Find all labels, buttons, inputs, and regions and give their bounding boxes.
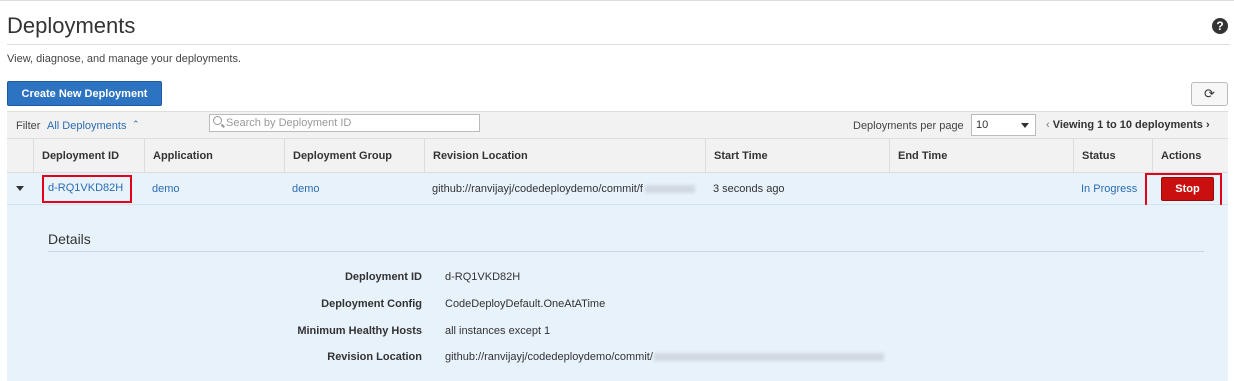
details-panel: Details Deployment ID d-RQ1VKD82H Deploy… <box>7 205 1228 381</box>
prev-page-icon[interactable]: ‹ <box>1046 119 1050 131</box>
column-header-end-time[interactable]: End Time <box>889 139 1073 173</box>
refresh-icon: ⟳ <box>1204 86 1215 101</box>
end-time-cell <box>889 173 1073 205</box>
column-header-start-time[interactable]: Start Time <box>705 139 889 173</box>
detail-value-deployment-config[interactable]: CodeDeployDefault.OneAtATime <box>445 298 605 310</box>
table-header: Deployment ID Application Deployment Gro… <box>7 139 1228 173</box>
deployment-id-link[interactable]: d-RQ1VKD82H <box>48 182 123 194</box>
revision-location-cell: github://ranvijayj/codedeploydemo/commit… <box>424 173 705 205</box>
table-row[interactable]: demo demo github://ranvijayj/codedeployd… <box>7 173 1228 205</box>
column-header-actions: Actions <box>1152 139 1228 173</box>
status-link[interactable]: In Progress <box>1073 173 1152 205</box>
title-divider <box>7 44 1230 45</box>
caret-down-icon <box>1021 123 1029 128</box>
redacted-commit <box>653 353 884 362</box>
per-page-value: 10 <box>976 119 989 131</box>
pagination: ‹ Viewing 1 to 10 deployments › <box>1046 119 1210 131</box>
deployment-group-link[interactable]: demo <box>284 173 424 205</box>
detail-label-deployment-config: Deployment Config <box>321 298 422 310</box>
search-input[interactable] <box>226 116 476 130</box>
top-border <box>0 0 1234 1</box>
chevron-up-icon[interactable]: ⌃ <box>132 119 140 130</box>
refresh-button[interactable]: ⟳ <box>1191 82 1228 106</box>
filter-dropdown[interactable]: All Deployments <box>47 120 126 132</box>
pager-text: Viewing 1 to 10 deployments <box>1052 119 1203 131</box>
start-time-cell: 3 seconds ago <box>713 183 785 195</box>
details-divider <box>48 251 1204 252</box>
detail-label-deployment-id: Deployment ID <box>344 271 422 283</box>
page-title: Deployments <box>7 13 136 38</box>
redacted-commit <box>644 185 695 194</box>
create-deployment-button[interactable]: Create New Deployment <box>7 81 162 106</box>
column-header-deployment-id[interactable]: Deployment ID <box>33 139 144 173</box>
detail-label-revision-location: Revision Location <box>327 351 422 363</box>
filter-bar: Filter All Deployments ⌃ Deployments per… <box>7 111 1228 139</box>
details-title: Details <box>48 231 91 247</box>
column-header-application[interactable]: Application <box>144 139 284 173</box>
column-header-status[interactable]: Status <box>1073 139 1152 173</box>
filter-label: Filter <box>16 120 41 132</box>
detail-label-minimum-healthy-hosts: Minimum Healthy Hosts <box>297 325 422 337</box>
expand-column-header <box>7 139 33 173</box>
per-page-label: Deployments per page <box>853 120 964 132</box>
per-page-select[interactable]: 10 <box>971 114 1036 136</box>
column-header-revision-location[interactable]: Revision Location <box>424 139 705 173</box>
search-field[interactable] <box>209 114 480 132</box>
stop-button[interactable]: Stop <box>1161 177 1214 201</box>
application-link[interactable]: demo <box>144 173 284 205</box>
detail-value-revision-location: github://ranvijayj/codedeploydemo/commit… <box>445 351 884 363</box>
help-icon[interactable]: ? <box>1212 18 1228 34</box>
detail-value-deployment-id: d-RQ1VKD82H <box>445 271 521 283</box>
detail-value-minimum-healthy-hosts: all instances except 1 <box>445 325 551 337</box>
column-header-deployment-group[interactable]: Deployment Group <box>284 139 424 173</box>
page-subtitle: View, diagnose, and manage your deployme… <box>7 53 242 65</box>
next-page-icon[interactable]: › <box>1206 119 1210 131</box>
collapse-caret-icon[interactable] <box>16 186 24 191</box>
search-icon <box>213 116 222 125</box>
